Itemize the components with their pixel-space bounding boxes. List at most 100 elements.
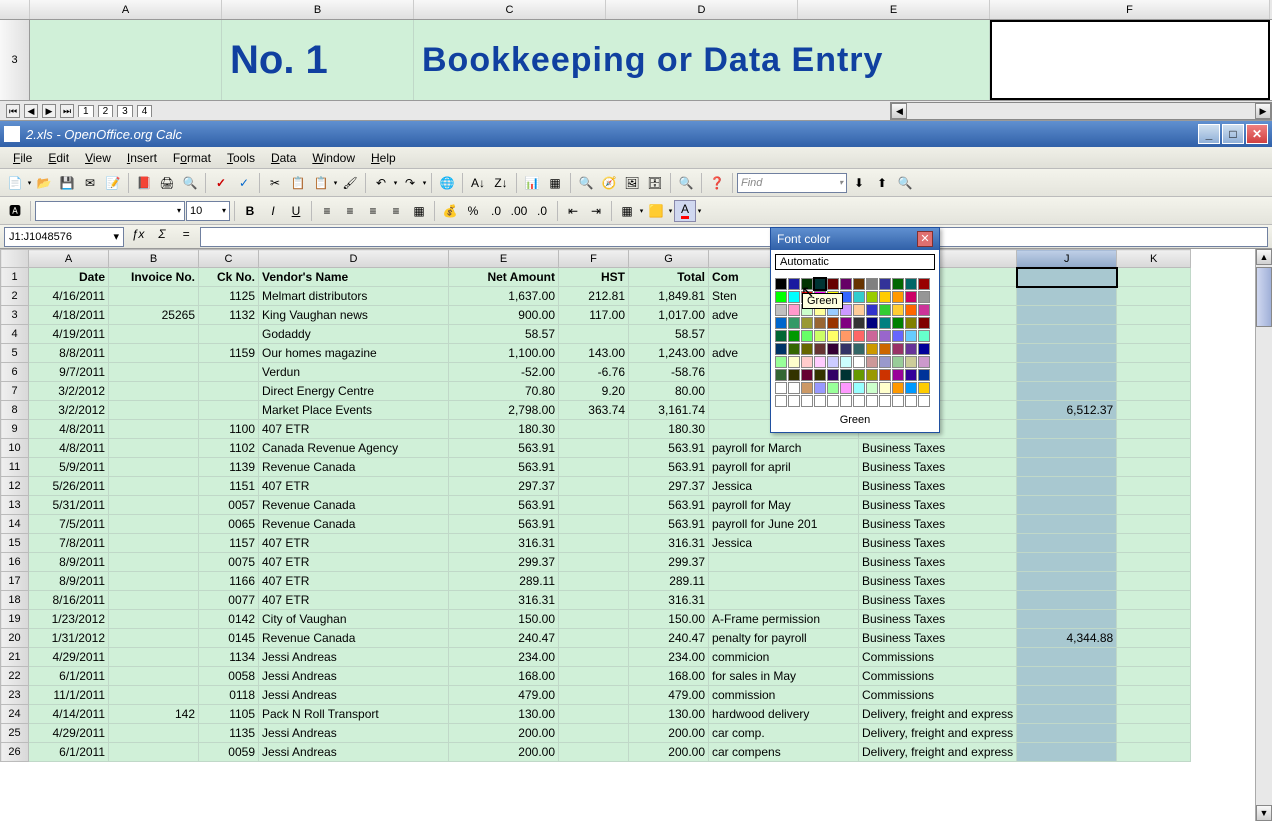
cell[interactable] bbox=[709, 572, 859, 591]
cell[interactable]: 563.91 bbox=[629, 515, 709, 534]
vertical-scrollbar[interactable]: ▲ ▼ bbox=[1255, 249, 1272, 821]
color-swatch[interactable] bbox=[775, 382, 787, 394]
color-swatch[interactable] bbox=[892, 395, 904, 407]
edit-button[interactable]: 📝 bbox=[102, 172, 124, 194]
cell[interactable]: 407 ETR bbox=[259, 534, 449, 553]
cell[interactable]: 0059 bbox=[199, 743, 259, 762]
cell[interactable] bbox=[109, 287, 199, 306]
color-swatch[interactable] bbox=[788, 278, 800, 290]
paste-button[interactable]: 📋 bbox=[310, 172, 332, 194]
function-wizard-button[interactable]: ƒx bbox=[128, 227, 148, 247]
menu-insert[interactable]: Insert bbox=[120, 149, 164, 167]
close-button[interactable]: ✕ bbox=[1246, 124, 1268, 144]
cell[interactable] bbox=[199, 382, 259, 401]
color-swatch[interactable] bbox=[866, 330, 878, 342]
cell[interactable]: 168.00 bbox=[449, 667, 559, 686]
cell-a3[interactable] bbox=[30, 20, 222, 100]
color-swatch[interactable] bbox=[905, 382, 917, 394]
cell[interactable] bbox=[109, 743, 199, 762]
col-j[interactable]: J bbox=[1017, 250, 1117, 268]
cell[interactable] bbox=[1117, 591, 1191, 610]
color-swatch[interactable] bbox=[853, 278, 865, 290]
cell[interactable]: 9.20 bbox=[559, 382, 629, 401]
cell[interactable]: 1135 bbox=[199, 724, 259, 743]
color-swatch[interactable] bbox=[827, 343, 839, 355]
row-header[interactable]: 5 bbox=[1, 344, 29, 363]
cell[interactable]: Jessi Andreas bbox=[259, 686, 449, 705]
col-header-f[interactable]: F bbox=[990, 0, 1270, 19]
window-titlebar[interactable]: 2.xls - OpenOffice.org Calc _ □ ✕ bbox=[0, 121, 1272, 147]
decrease-indent-button[interactable]: ⇤ bbox=[562, 200, 584, 222]
color-swatch[interactable] bbox=[905, 395, 917, 407]
color-swatch[interactable] bbox=[866, 369, 878, 381]
bg-color-dropdown[interactable]: ▾ bbox=[668, 200, 673, 222]
row-header[interactable]: 25 bbox=[1, 724, 29, 743]
sheet-tab-2[interactable]: 2 bbox=[98, 105, 114, 117]
bg-color-button[interactable]: 🟨 bbox=[645, 200, 667, 222]
cell[interactable]: 3,161.74 bbox=[629, 401, 709, 420]
cell[interactable]: 6/1/2011 bbox=[29, 743, 109, 762]
cell[interactable]: 0057 bbox=[199, 496, 259, 515]
cell[interactable]: commicion bbox=[709, 648, 859, 667]
cell[interactable]: payroll for March bbox=[709, 439, 859, 458]
cell[interactable] bbox=[1017, 667, 1117, 686]
undo-dropdown[interactable]: ▾ bbox=[393, 172, 398, 194]
color-swatch[interactable] bbox=[866, 356, 878, 368]
color-swatch[interactable] bbox=[853, 291, 865, 303]
cell[interactable] bbox=[709, 553, 859, 572]
scroll-track[interactable] bbox=[907, 103, 1255, 119]
row-header[interactable]: 2 bbox=[1, 287, 29, 306]
cell[interactable]: 5/31/2011 bbox=[29, 496, 109, 515]
sheet-tab-3[interactable]: 3 bbox=[117, 105, 133, 117]
cell[interactable]: 4/29/2011 bbox=[29, 648, 109, 667]
color-swatch[interactable] bbox=[827, 317, 839, 329]
color-swatch[interactable] bbox=[788, 395, 800, 407]
cell[interactable] bbox=[1017, 344, 1117, 363]
cell[interactable]: 117.00 bbox=[559, 306, 629, 325]
cell[interactable]: car comp. bbox=[709, 724, 859, 743]
cell[interactable]: 316.31 bbox=[629, 591, 709, 610]
cell[interactable] bbox=[1117, 515, 1191, 534]
row-header[interactable]: 1 bbox=[1, 268, 29, 287]
cell[interactable] bbox=[109, 515, 199, 534]
borders-button[interactable]: ▦ bbox=[616, 200, 638, 222]
color-swatch[interactable] bbox=[788, 304, 800, 316]
cell[interactable]: Direct Energy Centre bbox=[259, 382, 449, 401]
cell[interactable]: 407 ETR bbox=[259, 553, 449, 572]
cell[interactable]: 25265 bbox=[109, 306, 199, 325]
cell[interactable] bbox=[1017, 382, 1117, 401]
cut-button[interactable]: ✂ bbox=[264, 172, 286, 194]
cell[interactable] bbox=[559, 515, 629, 534]
cell[interactable]: 168.00 bbox=[629, 667, 709, 686]
color-swatch[interactable] bbox=[905, 304, 917, 316]
col-d[interactable]: D bbox=[259, 250, 449, 268]
cell-title[interactable]: Bookkeeping or Data Entry bbox=[414, 20, 990, 100]
cell[interactable]: 130.00 bbox=[449, 705, 559, 724]
color-swatch[interactable] bbox=[905, 278, 917, 290]
cell[interactable]: payroll for april bbox=[709, 458, 859, 477]
cell[interactable] bbox=[1117, 420, 1191, 439]
merge-button[interactable]: ▦ bbox=[408, 200, 430, 222]
percent-button[interactable]: % bbox=[462, 200, 484, 222]
cell[interactable]: 200.00 bbox=[449, 743, 559, 762]
color-swatch[interactable] bbox=[892, 330, 904, 342]
color-swatch[interactable] bbox=[827, 278, 839, 290]
header-cell[interactable]: Vendor's Name bbox=[259, 268, 449, 287]
help-button[interactable]: ❓ bbox=[706, 172, 728, 194]
cell[interactable]: 5/26/2011 bbox=[29, 477, 109, 496]
cell[interactable]: 1,017.00 bbox=[629, 306, 709, 325]
cell[interactable] bbox=[1117, 648, 1191, 667]
cell[interactable]: for sales in May bbox=[709, 667, 859, 686]
cell[interactable]: 180.30 bbox=[449, 420, 559, 439]
color-swatch[interactable] bbox=[866, 395, 878, 407]
cell[interactable]: 1,243.00 bbox=[629, 344, 709, 363]
color-swatch[interactable] bbox=[879, 382, 891, 394]
color-swatch[interactable] bbox=[879, 343, 891, 355]
cell[interactable]: 143.00 bbox=[559, 344, 629, 363]
font-size-combo[interactable]: 10▾ bbox=[186, 201, 230, 221]
font-color-dropdown[interactable]: ▾ bbox=[697, 200, 702, 222]
cell[interactable]: 0145 bbox=[199, 629, 259, 648]
row-header[interactable]: 13 bbox=[1, 496, 29, 515]
color-swatch[interactable] bbox=[788, 369, 800, 381]
cell[interactable] bbox=[109, 420, 199, 439]
